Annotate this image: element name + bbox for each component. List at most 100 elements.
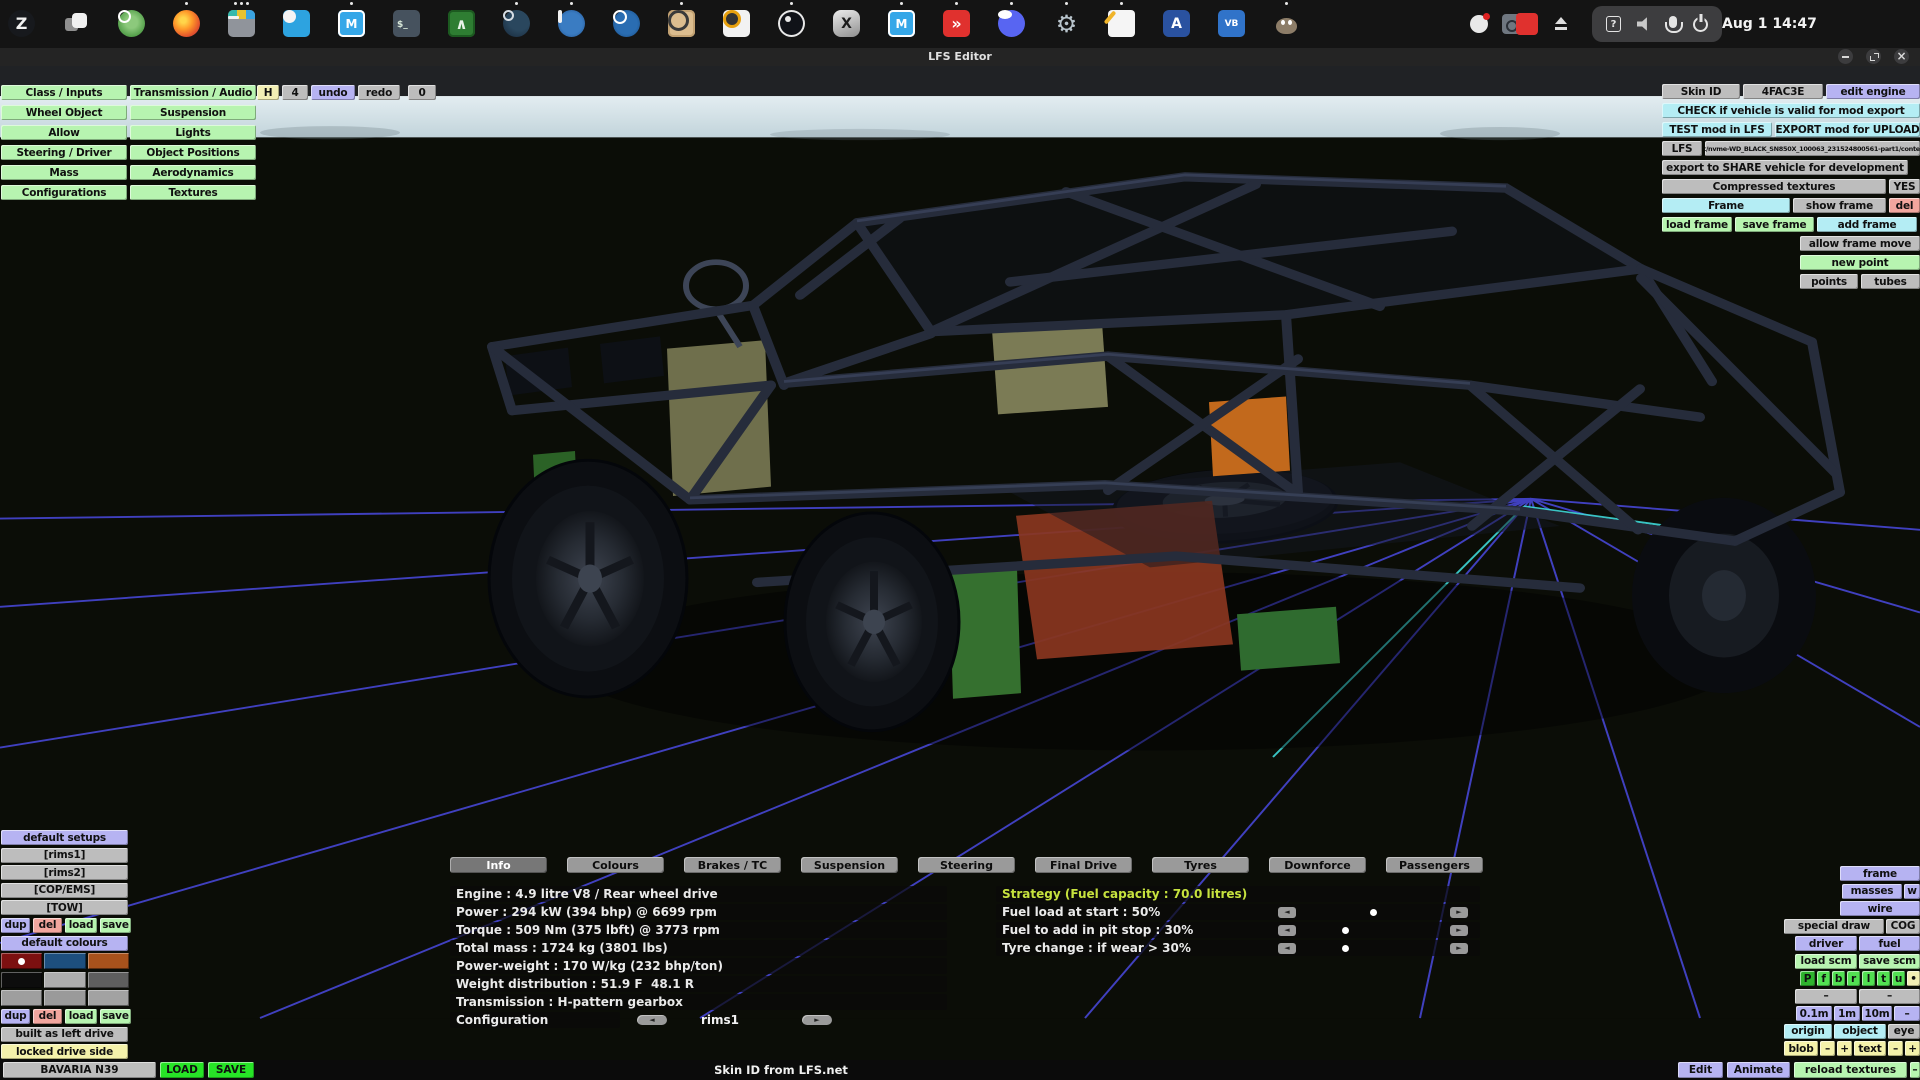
dot-toggle[interactable]: • [1907, 971, 1920, 986]
cog-button[interactable]: COG [1886, 919, 1920, 934]
tab-final-drive[interactable]: Final Drive [1035, 857, 1132, 873]
help-icon[interactable]: ? [1606, 16, 1621, 32]
reload-minus-button[interactable]: – [1910, 1062, 1920, 1078]
save-button[interactable]: SAVE [208, 1062, 254, 1078]
edit-button[interactable]: Edit [1678, 1062, 1723, 1078]
0.1m-button[interactable]: 0.1m [1796, 1006, 1832, 1021]
animate-button[interactable]: Animate [1727, 1062, 1790, 1078]
check-if-vehicle-is-valid-for-mod-export-button[interactable]: CHECK if vehicle is valid for mod export [1662, 103, 1920, 118]
amd-software-icon[interactable] [943, 10, 970, 37]
origin-button[interactable]: origin [1784, 1024, 1832, 1039]
minus-right[interactable]: – [1859, 989, 1920, 1004]
colour-swatch[interactable] [1, 990, 42, 1006]
gimp-icon[interactable] [1273, 10, 1300, 37]
del-button[interactable]: del [33, 918, 62, 933]
l-toggle[interactable]: l [1862, 971, 1875, 986]
wire-button[interactable]: wire [1840, 901, 1920, 916]
locked-drive-side-button[interactable]: locked drive side [1, 1044, 128, 1059]
discord-icon[interactable] [998, 10, 1025, 37]
zorin-menu-icon[interactable] [8, 10, 35, 37]
test-mod-in-lfs-button[interactable]: TEST mod in LFS [1662, 122, 1772, 137]
wave-monitor-icon[interactable] [338, 10, 365, 37]
load-frame-button[interactable]: load frame [1662, 217, 1732, 232]
restore-button[interactable] [1866, 49, 1881, 64]
clock[interactable]: Aug 1 14:47 [1722, 0, 1817, 48]
setup-rims2[interactable]: [rims2] [1, 865, 128, 880]
blob-button[interactable]: blob [1784, 1041, 1818, 1056]
discord-tray-icon[interactable] [1470, 15, 1488, 33]
sensor-monitor-icon[interactable] [613, 10, 640, 37]
dup-button[interactable]: dup [1, 918, 30, 933]
menu-suspension[interactable]: Suspension [130, 105, 256, 120]
del-button[interactable]: del [1889, 198, 1920, 213]
workspaces-icon[interactable] [63, 10, 90, 37]
frame-button[interactable]: frame [1840, 866, 1920, 881]
skin-id-value[interactable]: 4FAC3E [1743, 84, 1823, 99]
r-toggle[interactable]: r [1847, 971, 1860, 986]
colour-swatch[interactable] [88, 972, 129, 988]
settings-icon[interactable] [1053, 10, 1080, 37]
special-draw-button[interactable]: special draw [1784, 919, 1884, 934]
menu-textures[interactable]: Textures [130, 185, 256, 200]
tubes-button[interactable]: tubes [1861, 274, 1920, 289]
minus-left[interactable]: – [1795, 989, 1857, 1004]
slider-increase-button[interactable]: ► [1450, 943, 1468, 954]
tab-brakes-tc[interactable]: Brakes / TC [684, 857, 781, 873]
f-toggle[interactable]: f [1817, 971, 1830, 986]
default-setups-button[interactable]: default setups [1, 830, 128, 845]
firefox-icon[interactable] [173, 10, 200, 37]
power-icon[interactable] [1693, 17, 1708, 32]
text-minus[interactable]: – [1888, 1041, 1903, 1056]
webcam-icon[interactable] [723, 10, 750, 37]
lfs-button[interactable]: LFS [1662, 141, 1702, 156]
config-prev-button[interactable]: ◄ [637, 1015, 667, 1025]
text-plus[interactable]: + [1905, 1041, 1920, 1056]
virtualbox-icon[interactable] [1218, 10, 1245, 37]
slider-decrease-button[interactable]: ◄ [1278, 925, 1296, 936]
oversteer-icon[interactable] [668, 10, 695, 37]
show-frame-button[interactable]: show frame [1793, 198, 1886, 213]
save-colour[interactable]: save [100, 1009, 131, 1024]
blue-a-app-icon[interactable] [1163, 10, 1190, 37]
menu-allow[interactable]: Allow [1, 125, 127, 140]
menu-transmission-audio[interactable]: Transmission / Audio [130, 85, 256, 100]
history-mode-button[interactable]: H [257, 85, 279, 100]
new-point-button[interactable]: new point [1800, 255, 1920, 270]
yes-button[interactable]: YES [1889, 179, 1920, 194]
slider-increase-button[interactable]: ► [1450, 907, 1468, 918]
grid-minus[interactable]: – [1894, 1006, 1920, 1021]
points-button[interactable]: points [1800, 274, 1858, 289]
zero-button[interactable]: 0 [408, 85, 436, 100]
tab-suspension[interactable]: Suspension [801, 857, 898, 873]
menu-steering-driver[interactable]: Steering / Driver [1, 145, 127, 160]
compressed-textures-button[interactable]: Compressed textures [1662, 179, 1886, 194]
built-as-left-drive-button[interactable]: built as left drive [1, 1027, 128, 1042]
tab-info[interactable]: Info [450, 857, 547, 873]
w-toggle[interactable]: w [1904, 884, 1920, 899]
menu-object-positions[interactable]: Object Positions [130, 145, 256, 160]
terminal-icon[interactable] [393, 10, 420, 37]
lfs-path[interactable]: Z:/mnt/nvme-WD_BLACK_SN850X_100063_23152… [1705, 141, 1920, 156]
fuel-button[interactable]: fuel [1859, 936, 1920, 951]
steam-tray-icon[interactable] [1502, 14, 1522, 34]
close-button[interactable] [1894, 49, 1909, 64]
microphone-icon[interactable] [1669, 16, 1677, 28]
blue-utility-icon[interactable] [558, 10, 585, 37]
setup-cop-ems[interactable]: [COP/EMS] [1, 883, 128, 898]
slider-dot[interactable] [1342, 945, 1349, 952]
menu-class-inputs[interactable]: Class / Inputs [1, 85, 127, 100]
colour-swatch[interactable] [44, 953, 85, 969]
tab-passengers[interactable]: Passengers [1386, 857, 1483, 873]
menu-aerodynamics[interactable]: Aerodynamics [130, 165, 256, 180]
x-app-icon[interactable] [833, 10, 860, 37]
undo-button[interactable]: undo [311, 85, 355, 100]
slider-dot[interactable] [1370, 909, 1377, 916]
masses-button[interactable]: masses [1842, 884, 1902, 899]
default-colours-button[interactable]: default colours [1, 936, 128, 951]
steam-icon[interactable] [503, 10, 530, 37]
colour-swatch[interactable] [88, 990, 129, 1006]
menu-configurations[interactable]: Configurations [1, 185, 127, 200]
tab-tyres[interactable]: Tyres [1152, 857, 1249, 873]
system-monitor-icon[interactable] [448, 10, 475, 37]
slider-decrease-button[interactable]: ◄ [1278, 907, 1296, 918]
